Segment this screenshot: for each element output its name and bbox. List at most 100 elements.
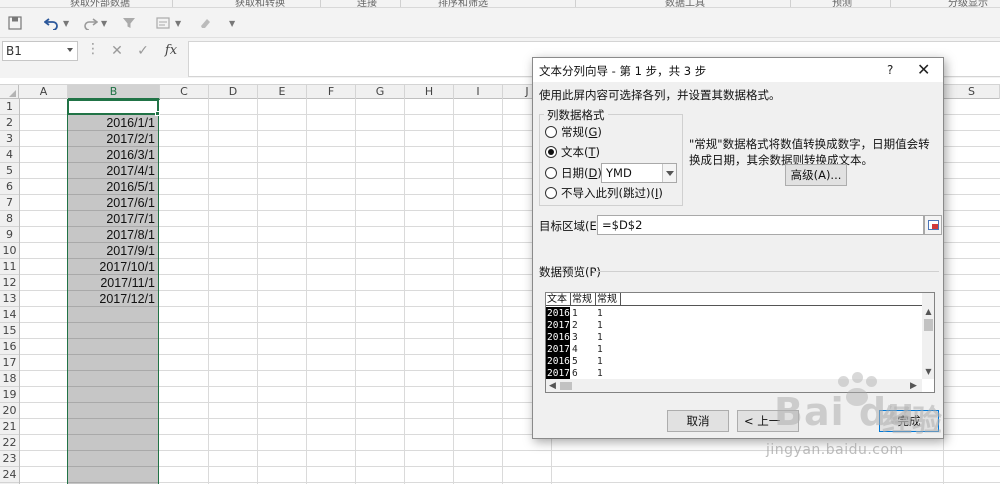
cell-b7[interactable]: 2017/6/1 [69,195,157,211]
cancel-entry-button[interactable]: ✕ [106,42,128,60]
column-header-d[interactable]: D [209,85,258,99]
cell-b4[interactable]: 2016/3/1 [69,147,157,163]
preview-vertical-scrollbar[interactable]: ▲ ▼ [922,293,934,379]
column-header-g[interactable]: G [356,85,405,99]
preview-vscroll-thumb[interactable] [924,319,933,331]
form-icon [156,17,170,29]
dialog-title-bar[interactable]: 文本分列向导 - 第 1 步，共 3 步 ? ✕ [533,58,943,82]
scroll-right-icon[interactable]: ▶ [910,381,917,391]
row-header[interactable]: 3 [0,131,19,147]
customize-qat-button[interactable]: ▼ [226,14,235,32]
preview-cell: 1 [597,332,603,343]
enter-button[interactable]: ✓ [132,42,154,60]
help-button[interactable]: ? [887,63,893,77]
radio-text-indicator[interactable] [545,146,557,158]
redo-button[interactable]: ▼ [82,14,107,32]
undo-button[interactable]: ▼ [44,14,69,32]
cancel-button[interactable]: 取消 [667,410,729,432]
chevron-down-icon[interactable] [662,164,676,182]
ribbon-group-outline: 分级显示 [948,0,988,8]
filter-icon [123,18,135,28]
row-header[interactable]: 17 [0,355,19,371]
save-button[interactable] [8,14,22,32]
form-button[interactable]: ▼ [156,14,181,32]
column-header-s[interactable]: S [944,85,1000,99]
chevron-down-icon[interactable] [67,48,73,52]
range-picker-button[interactable] [924,215,942,235]
cell-b11[interactable]: 2017/10/1 [69,259,157,275]
formula-bar-grip-icon[interactable]: ⋮ [86,42,100,56]
row-header[interactable]: 15 [0,323,19,339]
name-box[interactable]: B1 [2,41,78,61]
undo-dropdown-icon[interactable]: ▼ [63,19,69,28]
column-header-i[interactable]: I [454,85,503,99]
row-header[interactable]: 4 [0,147,19,163]
advanced-button[interactable]: 高级(A)... [785,164,847,186]
preview-horizontal-scrollbar[interactable]: ◀ ▶ [546,379,922,392]
row-header[interactable]: 19 [0,387,19,403]
column-header-a[interactable]: A [20,85,68,99]
row-header[interactable]: 6 [0,179,19,195]
destination-input[interactable]: =$D$2 [597,215,924,235]
row-header[interactable]: 14 [0,307,19,323]
radio-date-indicator[interactable] [545,167,557,179]
radio-general[interactable]: 常规(G) [545,124,602,140]
scroll-up-icon[interactable]: ▲ [924,307,933,316]
row-header[interactable]: 12 [0,275,19,291]
cell-b13[interactable]: 2017/12/1 [69,291,157,307]
column-header-b[interactable]: B [68,85,160,100]
row-header[interactable]: 16 [0,339,19,355]
row-header[interactable]: 18 [0,371,19,387]
scroll-left-icon[interactable]: ◀ [549,381,556,391]
name-box-value: B1 [6,44,22,58]
row-header[interactable]: 20 [0,403,19,419]
row-header[interactable]: 13 [0,291,19,307]
cell-b6[interactable]: 2016/5/1 [69,179,157,195]
filter-button[interactable] [122,14,136,32]
cell-b1[interactable] [69,99,157,115]
select-all-button[interactable] [0,85,19,99]
column-header-f[interactable]: F [307,85,356,99]
cell-b2[interactable]: 2016/1/1 [69,115,157,131]
cell-b9[interactable]: 2017/8/1 [69,227,157,243]
cell-b5[interactable]: 2017/4/1 [69,163,157,179]
row-header[interactable]: 21 [0,419,19,435]
radio-skip-column[interactable]: 不导入此列(跳过)(I) [545,185,663,201]
preview-header[interactable]: 文本 [547,293,567,306]
cell-b3[interactable]: 2017/2/1 [69,131,157,147]
row-header[interactable]: 1 [0,99,19,115]
data-preview-pane[interactable]: 文本 常规 常规 2016 1 1 2017 2 1 2016 3 1 2017… [545,292,935,393]
row-header[interactable]: 9 [0,227,19,243]
form-dropdown-icon[interactable]: ▼ [175,19,181,28]
cell-b8[interactable]: 2017/7/1 [69,211,157,227]
redo-dropdown-icon[interactable]: ▼ [101,19,107,28]
row-header[interactable]: 2 [0,115,19,131]
cell-b10[interactable]: 2017/9/1 [69,243,157,259]
cell-b12[interactable]: 2017/11/1 [69,275,157,291]
row-header[interactable]: 8 [0,211,19,227]
column-header-h[interactable]: H [405,85,454,99]
column-header-e[interactable]: E [258,85,307,99]
radio-general-indicator[interactable] [545,126,557,138]
row-header[interactable]: 22 [0,435,19,451]
preview-header[interactable]: 常规 [572,293,592,306]
date-format-select[interactable]: YMD [601,163,677,183]
preview-header[interactable]: 常规 [597,293,617,306]
close-button[interactable]: ✕ [917,60,930,79]
clear-button[interactable] [198,14,212,32]
row-header[interactable]: 5 [0,163,19,179]
preview-hscroll-thumb[interactable] [560,382,572,390]
row-header[interactable]: 23 [0,451,19,467]
row-header[interactable]: 10 [0,243,19,259]
row-header[interactable]: 24 [0,467,19,483]
back-button[interactable]: < 上一 [737,410,799,432]
finish-button[interactable]: 完成 [879,410,939,432]
row-header[interactable]: 7 [0,195,19,211]
column-header-c[interactable]: C [160,85,209,99]
radio-skip-indicator[interactable] [545,187,557,199]
row-header[interactable]: 11 [0,259,19,275]
radio-text[interactable]: 文本(T) [545,144,600,160]
radio-date[interactable]: 日期(D): [545,165,606,181]
scroll-down-icon[interactable]: ▼ [924,367,933,376]
insert-function-button[interactable]: fx [160,42,182,60]
